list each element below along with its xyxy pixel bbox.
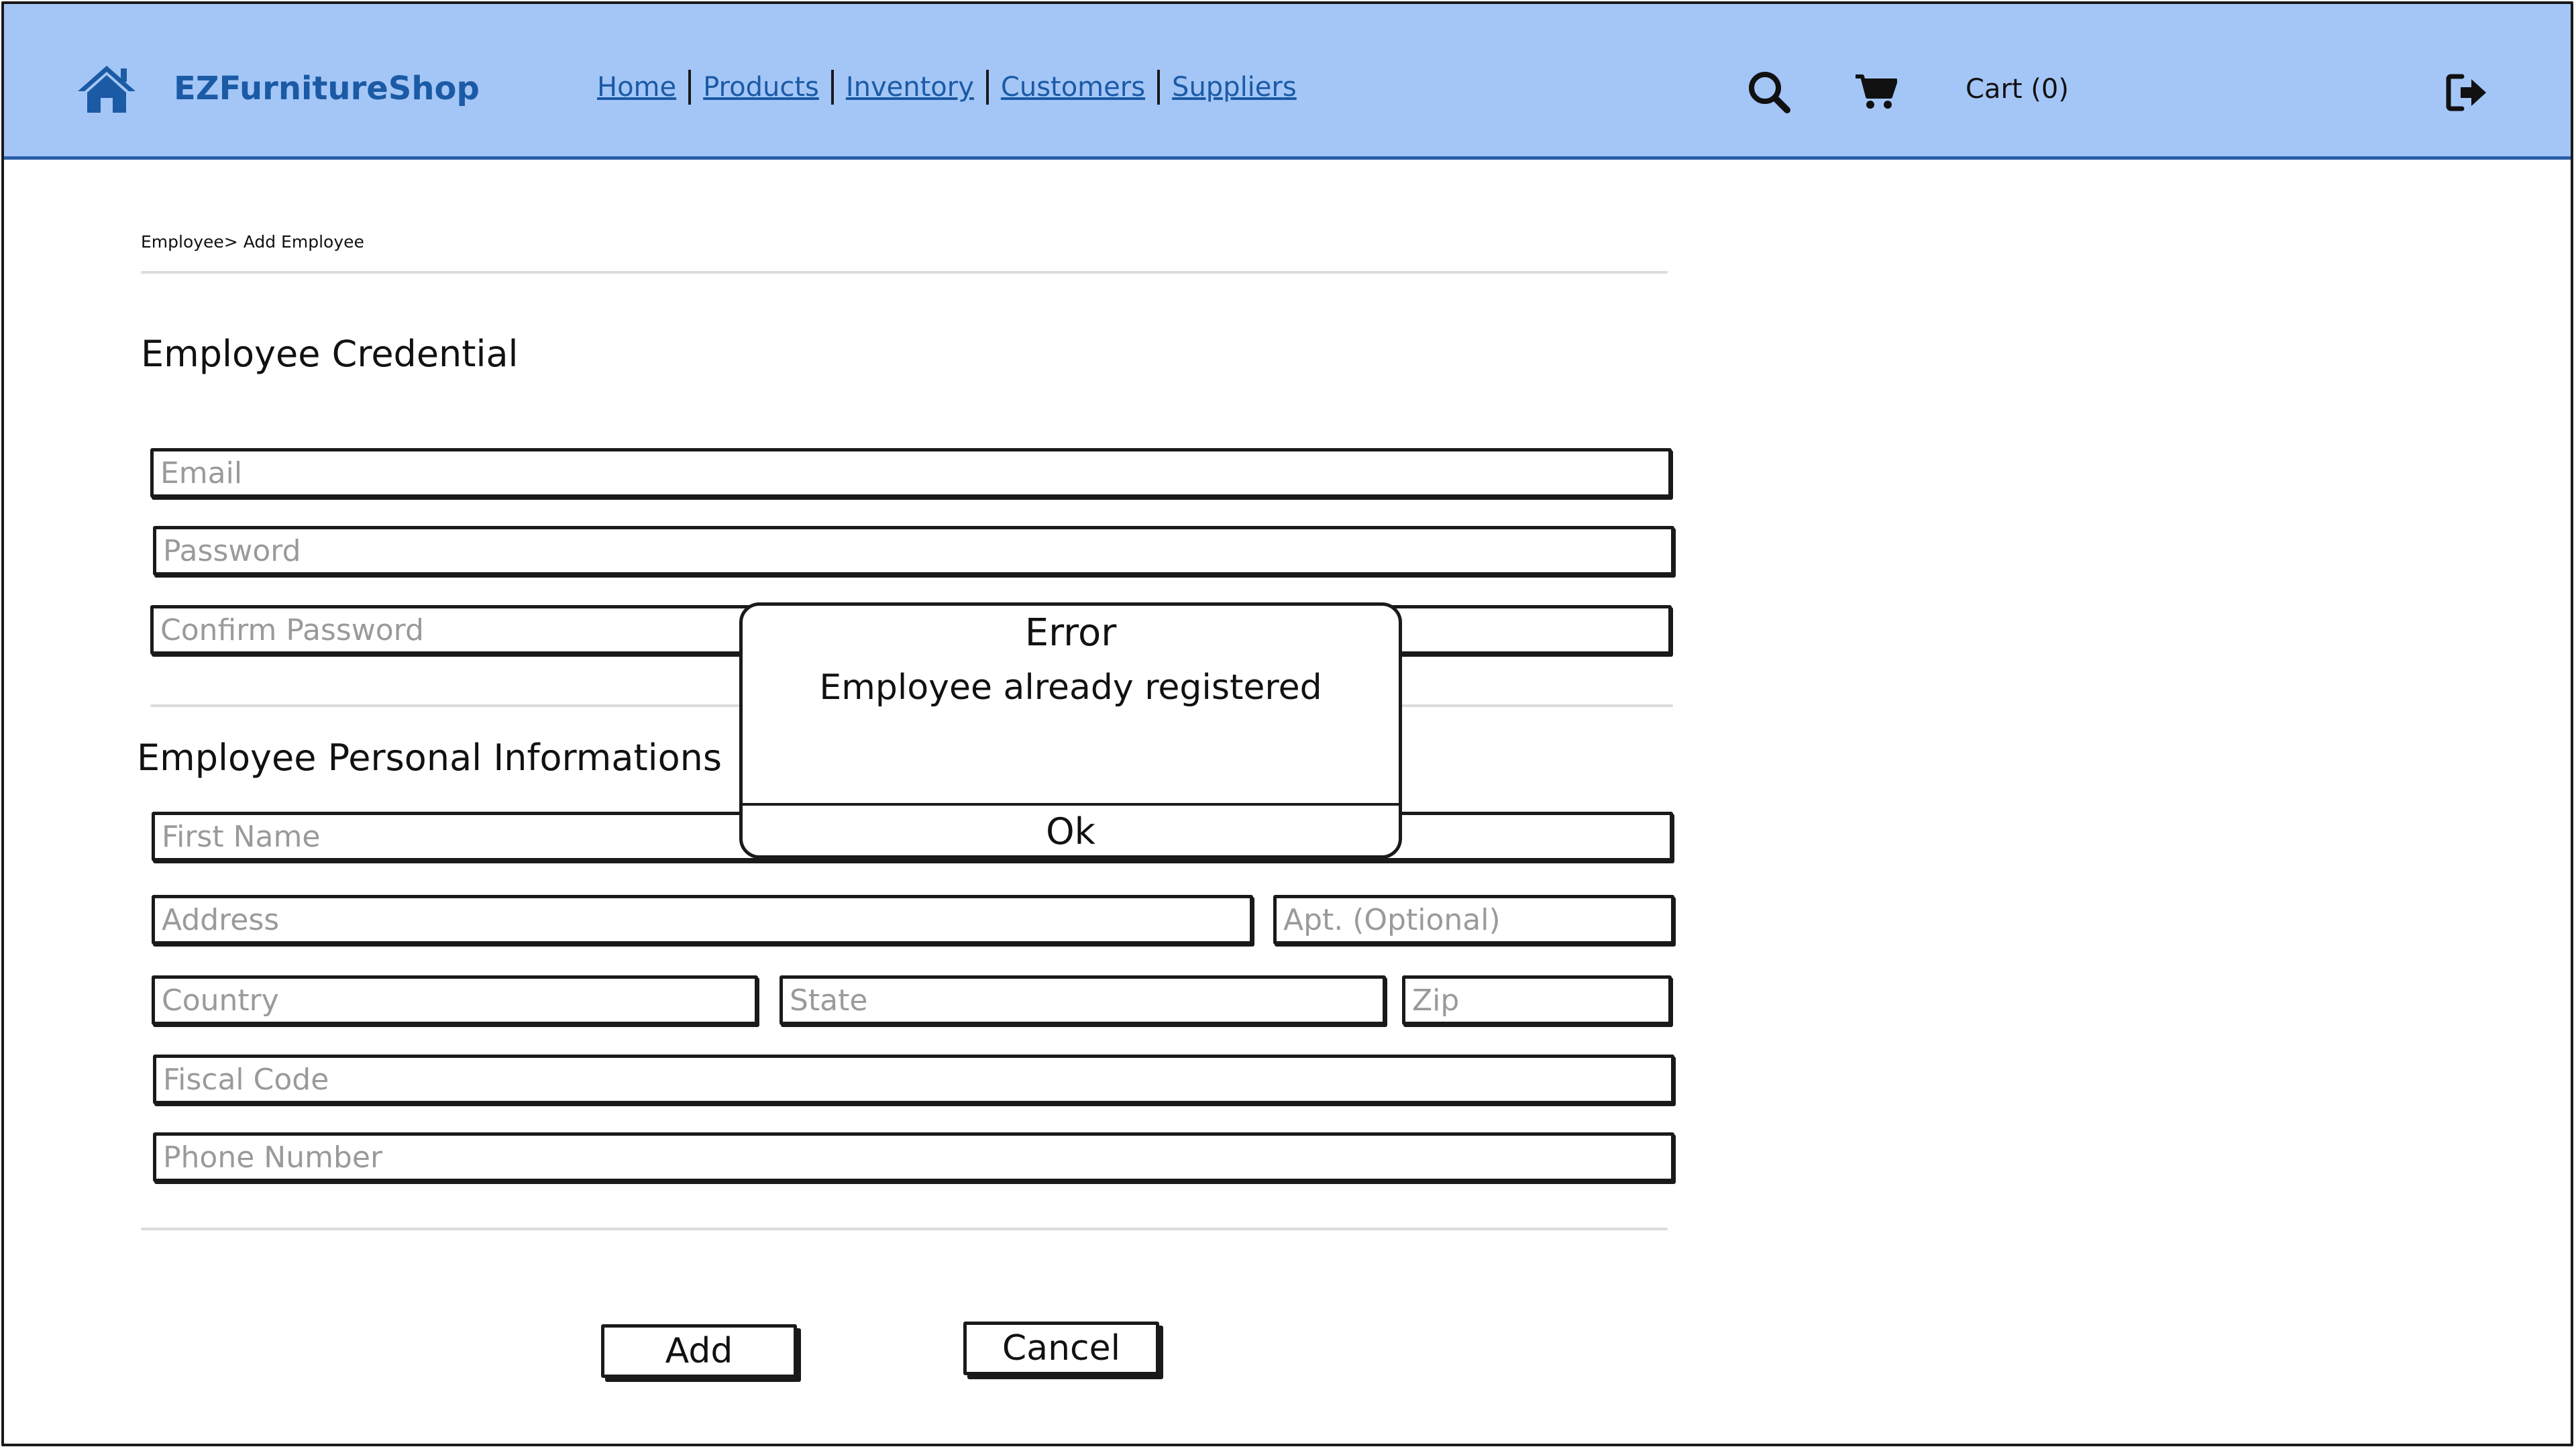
nav-separator	[688, 70, 692, 105]
divider	[141, 1228, 1668, 1230]
nav-suppliers[interactable]: Suppliers	[1172, 72, 1297, 103]
apt-field[interactable]	[1273, 895, 1674, 945]
zip-field[interactable]	[1402, 975, 1672, 1025]
nav-products[interactable]: Products	[703, 72, 819, 103]
logout-icon[interactable]	[2446, 74, 2489, 111]
email-input[interactable]	[154, 451, 1668, 494]
zip-input[interactable]	[1405, 979, 1668, 1022]
dialog-message: Employee already registered	[819, 667, 1322, 708]
state-input[interactable]	[783, 979, 1383, 1022]
password-field[interactable]	[153, 526, 1674, 576]
personal-section-title: Employee Personal Informations	[137, 737, 722, 779]
dialog-title: Error	[1024, 611, 1117, 655]
password-input[interactable]	[156, 529, 1671, 572]
nav-inventory[interactable]: Inventory	[846, 72, 974, 103]
fiscal-code-field[interactable]	[153, 1055, 1674, 1104]
brand-name[interactable]: EZFurnitureShop	[174, 70, 480, 107]
country-input[interactable]	[155, 979, 755, 1022]
top-header: EZFurnitureShop Home Products Inventory …	[4, 4, 2571, 160]
cancel-button[interactable]: Cancel	[963, 1322, 1159, 1375]
address-field[interactable]	[152, 895, 1253, 945]
main-nav: Home Products Inventory Customers Suppli…	[597, 70, 1297, 105]
fiscal-code-input[interactable]	[156, 1058, 1671, 1101]
home-icon[interactable]	[76, 63, 137, 114]
state-field[interactable]	[780, 975, 1386, 1025]
nav-separator	[985, 70, 989, 105]
phone-number-field[interactable]	[153, 1132, 1674, 1182]
error-dialog: Error Employee already registered Ok	[739, 602, 1402, 859]
search-icon[interactable]	[1747, 70, 1791, 114]
add-button[interactable]: Add	[601, 1324, 797, 1378]
address-input[interactable]	[155, 898, 1250, 941]
divider	[141, 271, 1668, 274]
cart-icon[interactable]	[1854, 72, 1897, 110]
cart-count-label[interactable]: Cart (0)	[1966, 74, 2069, 105]
country-field[interactable]	[152, 975, 758, 1025]
nav-customers[interactable]: Customers	[1001, 72, 1145, 103]
app-window: EZFurnitureShop Home Products Inventory …	[1, 1, 2573, 1446]
nav-home[interactable]: Home	[597, 72, 676, 103]
ok-button[interactable]: Ok	[743, 806, 1399, 855]
breadcrumb: Employee> Add Employee	[141, 232, 364, 252]
credentials-section-title: Employee Credential	[141, 333, 519, 375]
nav-separator	[1157, 70, 1161, 105]
apt-input[interactable]	[1277, 898, 1671, 941]
nav-separator	[830, 70, 834, 105]
phone-number-input[interactable]	[156, 1136, 1671, 1179]
email-field[interactable]	[150, 448, 1672, 498]
